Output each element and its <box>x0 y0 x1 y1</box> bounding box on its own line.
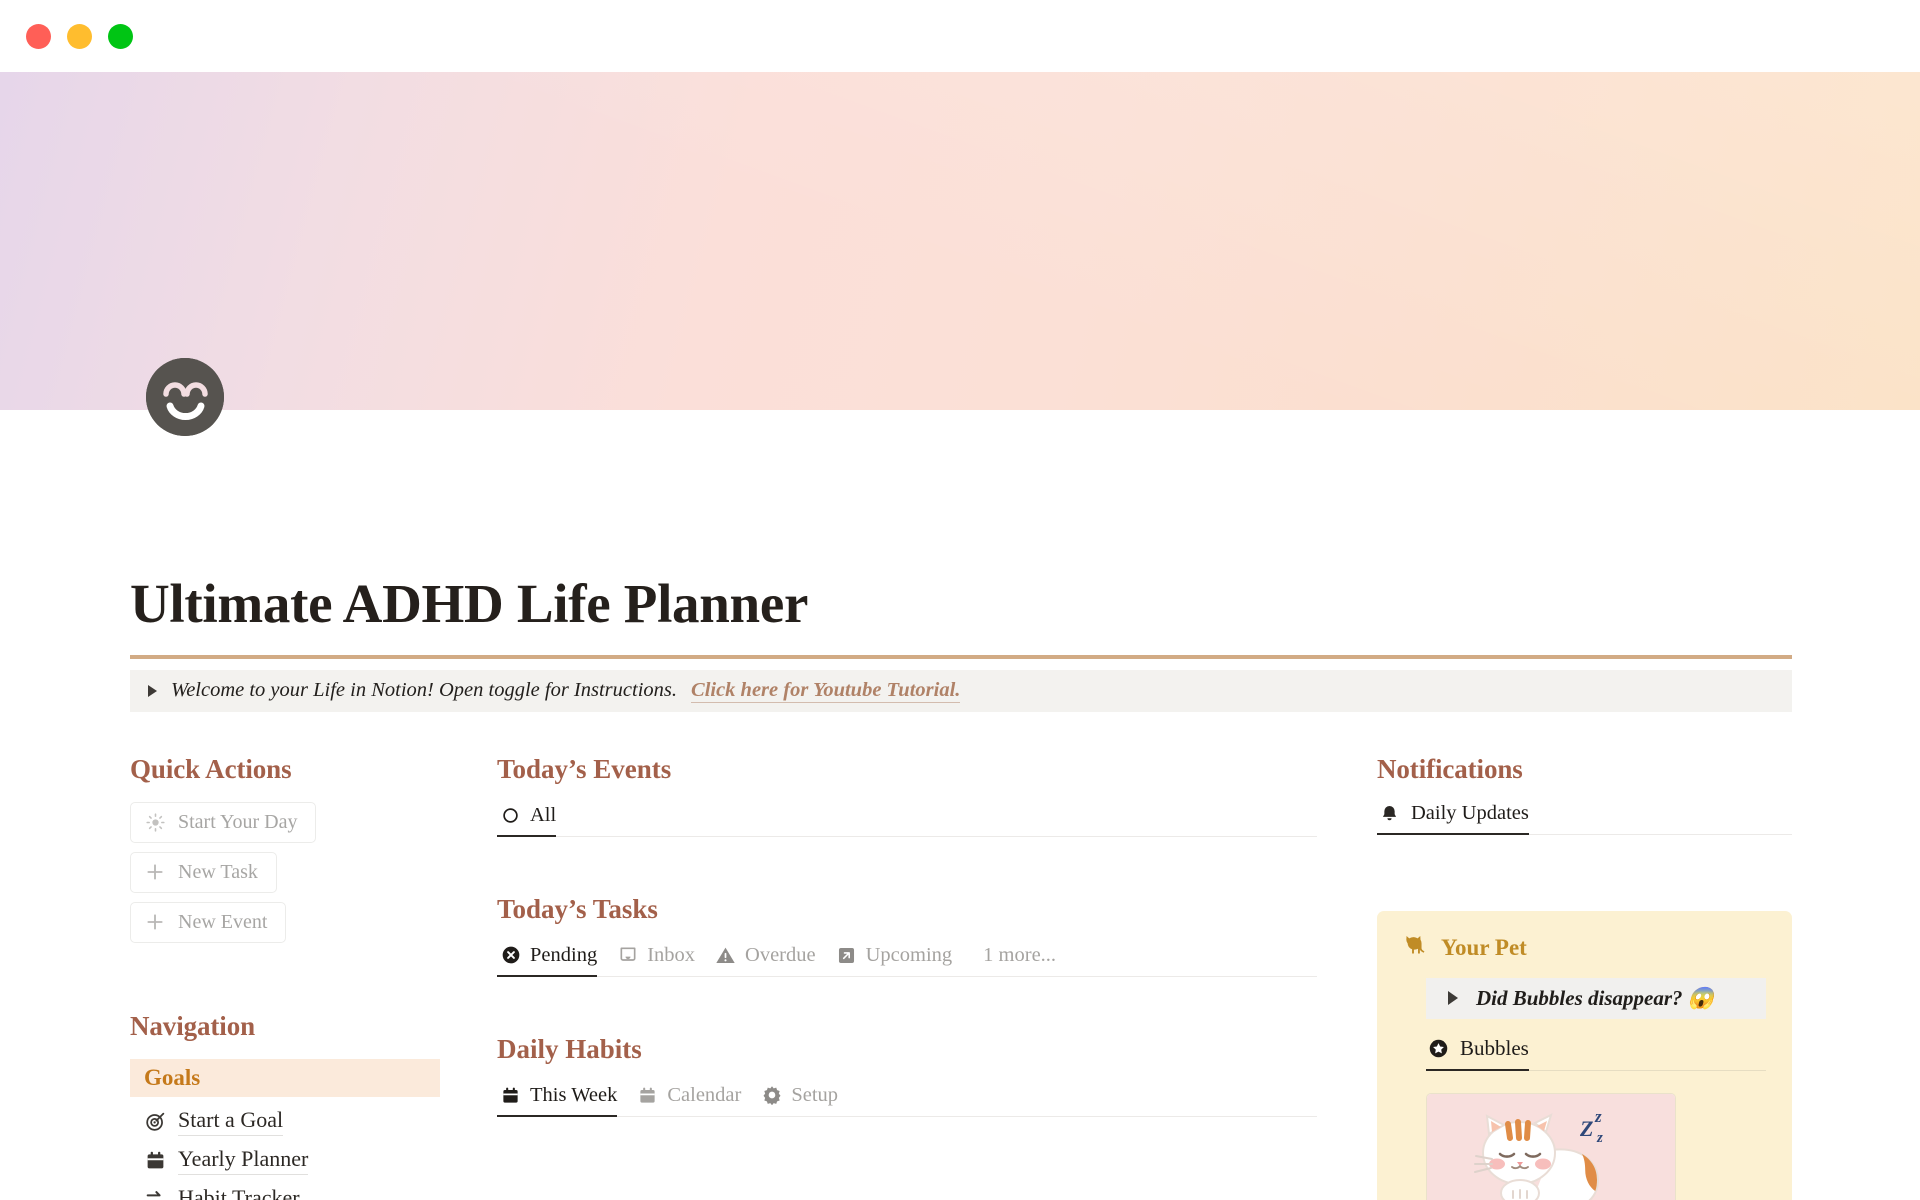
triangle-right-icon[interactable] <box>1448 991 1458 1006</box>
instructions-callout[interactable]: Welcome to your Life in Notion! Open tog… <box>130 669 1792 712</box>
tab-this-week[interactable]: This Week <box>497 1083 634 1118</box>
close-button[interactable] <box>26 23 51 49</box>
sidebar-item-goals[interactable]: Goals <box>130 1058 440 1097</box>
tab-overdue[interactable]: Overdue <box>712 944 833 976</box>
your-pet-panel: Your Pet Did Bubbles disappear? 😱 Bubble… <box>1377 910 1792 1200</box>
your-pet-heading: Your Pet <box>1403 933 1766 964</box>
svg-text:Z: Z <box>1579 1116 1593 1141</box>
todays-tasks-heading: Today’s Tasks <box>497 893 658 924</box>
tab-all[interactable]: All <box>497 803 573 838</box>
todays-events-tabs: All <box>497 803 1317 838</box>
smiley-face-icon <box>146 358 224 436</box>
left-column: Quick Actions Start Your Day New Task Ne… <box>130 754 440 1200</box>
circle-x-icon <box>500 945 521 966</box>
tab-upcoming[interactable]: Upcoming <box>833 944 970 976</box>
repeat-icon <box>144 1188 166 1200</box>
sidebar-item-habit-tracker[interactable]: Habit Tracker <box>130 1180 440 1200</box>
pet-toggle-text: Did Bubbles disappear? 😱 <box>1476 985 1714 1010</box>
notifications-heading: Notifications <box>1377 753 1523 784</box>
daily-habits-block: Daily Habits This Week Calendar Setup <box>497 1033 1317 1118</box>
daily-habits-heading: Daily Habits <box>497 1033 642 1064</box>
sidebar-item-yearly-planner[interactable]: Yearly Planner <box>130 1141 440 1180</box>
start-your-day-button[interactable]: Start Your Day <box>130 801 317 843</box>
svg-text:z: z <box>1594 1107 1602 1126</box>
tab-label: Bubbles <box>1460 1035 1529 1060</box>
todays-events-block: Today’s Events All <box>497 753 1317 838</box>
new-task-label: New Task <box>178 860 258 883</box>
warning-triangle-icon <box>715 945 736 966</box>
tab-label: All <box>530 803 557 826</box>
pet-tabs: Bubbles <box>1426 1035 1766 1072</box>
minimize-button[interactable] <box>67 23 92 49</box>
triangle-right-icon[interactable] <box>148 684 157 697</box>
tab-setup[interactable]: Setup <box>758 1084 855 1116</box>
page-body: Ultimate ADHD Life Planner Welcome to yo… <box>0 358 1920 1200</box>
arrow-box-icon <box>836 945 857 966</box>
calendar-icon <box>637 1085 658 1106</box>
todays-events-heading: Today’s Events <box>497 753 672 784</box>
sidebar-item-start-a-goal[interactable]: Start a Goal <box>130 1102 440 1141</box>
tab-label: Daily Updates <box>1411 801 1529 824</box>
tab-pending[interactable]: Pending <box>497 943 614 978</box>
sidebar-item-label: Habit Tracker <box>178 1185 300 1200</box>
todays-tasks-tabs: Pending Inbox Overdue Upcoming 1 more... <box>497 943 1317 978</box>
target-icon <box>144 1110 166 1132</box>
columns-layout: Quick Actions Start Your Day New Task Ne… <box>130 754 1792 1200</box>
notifications-tabs: Daily Updates <box>1377 801 1792 836</box>
todays-tasks-block: Today’s Tasks Pending Inbox Overdue Upco… <box>497 893 1317 978</box>
svg-text:z: z <box>1596 1130 1603 1146</box>
start-your-day-label: Start Your Day <box>178 810 298 833</box>
cat-icon <box>1403 933 1428 964</box>
calendar-icon <box>144 1149 166 1171</box>
tab-daily-updates[interactable]: Daily Updates <box>1377 801 1551 836</box>
tab-label: Setup <box>791 1083 839 1106</box>
new-event-button[interactable]: New Event <box>130 901 287 943</box>
tab-bubbles[interactable]: Bubbles <box>1426 1035 1551 1072</box>
new-task-button[interactable]: New Task <box>130 851 277 893</box>
sidebar-item-label: Yearly Planner <box>178 1146 309 1175</box>
title-divider <box>130 654 1792 659</box>
tab-label: Overdue <box>745 943 816 966</box>
star-circle-icon <box>1428 1038 1449 1059</box>
tab-inbox[interactable]: Inbox <box>614 944 712 976</box>
tab-label: This Week <box>530 1083 618 1106</box>
new-event-label: New Event <box>178 910 268 933</box>
calendar-icon <box>500 1085 521 1106</box>
bell-icon <box>1379 803 1400 824</box>
plus-icon <box>145 862 165 882</box>
navigation-heading: Navigation <box>130 1010 256 1041</box>
circle-icon <box>500 805 521 826</box>
pet-card[interactable]: z Z z <box>1426 1092 1676 1200</box>
inbox-tray-icon <box>617 945 638 966</box>
tab-label: Pending <box>530 943 598 966</box>
quick-actions-heading: Quick Actions <box>130 753 292 784</box>
navigation-section: Navigation Goals Start a Goal Yearly Pla… <box>130 1011 440 1200</box>
sun-icon <box>145 812 165 832</box>
tabs-overflow-button[interactable]: 1 more... <box>969 944 1056 976</box>
window-titlebar <box>0 0 1920 72</box>
page-cover-image[interactable] <box>0 72 1920 410</box>
right-column: Notifications Daily Updates Your Pet Did… <box>1377 754 1792 1200</box>
pet-disappear-toggle[interactable]: Did Bubbles disappear? 😱 <box>1426 977 1766 1019</box>
your-pet-label: Your Pet <box>1441 935 1527 961</box>
main-column: Today’s Events All Today’s Tasks Pending… <box>440 754 1377 1200</box>
tab-label: Upcoming <box>865 943 953 966</box>
page-icon-smiley[interactable] <box>146 358 224 436</box>
tab-label: Inbox <box>647 943 696 966</box>
sleeping-cat-illustration: z Z z <box>1427 1093 1675 1200</box>
tab-label: Calendar <box>667 1083 742 1106</box>
plus-icon <box>145 912 165 932</box>
daily-habits-tabs: This Week Calendar Setup <box>497 1083 1317 1118</box>
sidebar-item-label: Start a Goal <box>178 1107 284 1136</box>
gear-icon <box>761 1085 782 1106</box>
tab-calendar[interactable]: Calendar <box>634 1084 758 1116</box>
youtube-tutorial-link[interactable]: Click here for Youtube Tutorial. <box>691 679 961 703</box>
page-title[interactable]: Ultimate ADHD Life Planner <box>130 410 1792 633</box>
callout-text: Welcome to your Life in Notion! Open tog… <box>171 679 678 702</box>
zoom-button[interactable] <box>108 23 133 49</box>
